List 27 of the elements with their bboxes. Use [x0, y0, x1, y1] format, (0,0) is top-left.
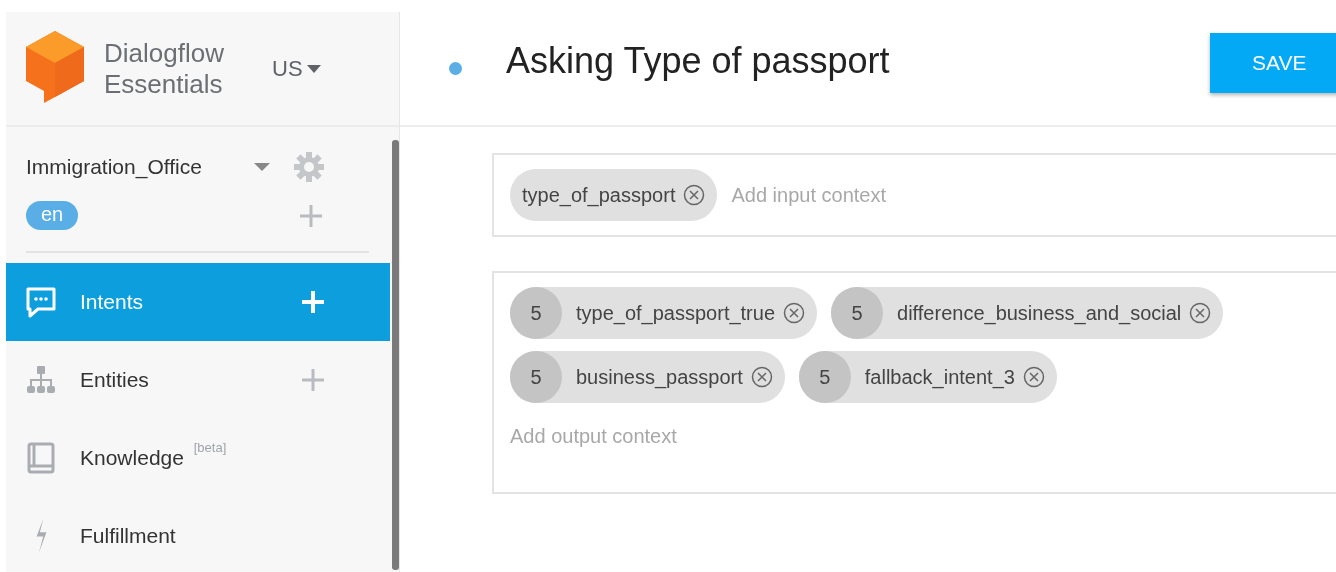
- add-icon[interactable]: [298, 202, 325, 229]
- nav-item[interactable]: Knowledge $^{[beta]}$: [6, 419, 390, 497]
- agent-name: Immigration_Office: [26, 155, 203, 179]
- status-dot: [449, 62, 462, 75]
- remove-icon[interactable]: [783, 302, 806, 324]
- remove-icon[interactable]: [1189, 302, 1212, 324]
- remove-icon[interactable]: [1022, 366, 1045, 388]
- input-context-field[interactable]: type_of_passport Add input context: [492, 153, 1336, 237]
- scrollbar[interactable]: [392, 140, 399, 570]
- lightning-icon: [35, 519, 47, 553]
- context-chip: 5 business_passport: [510, 351, 785, 403]
- context-chip: 5 type_of_passport_true: [510, 287, 818, 339]
- remove-icon[interactable]: [683, 184, 706, 206]
- context-chip: 5 difference_business_and_social: [831, 287, 1224, 339]
- chat-bubble-icon: [24, 285, 58, 319]
- output-context-field[interactable]: 5 type_of_passport_true 5 difference_business_and_social 5 business_passport 5 fallback_intent_3 Add output context: [492, 271, 1336, 494]
- add-icon[interactable]: [300, 367, 326, 393]
- remove-icon[interactable]: [750, 366, 773, 388]
- intent-title: Asking Type of passport: [506, 39, 891, 82]
- region-dropdown[interactable]: US: [272, 55, 321, 82]
- context-chip: 5 fallback_intent_3: [798, 351, 1057, 403]
- nav-item[interactable]: Fulfillment: [6, 497, 390, 572]
- caret-icon: [306, 64, 321, 73]
- caret-icon[interactable]: [254, 163, 270, 171]
- context-chip: type_of_passport: [510, 169, 718, 221]
- brand-name: Dialogflow Essentials: [104, 37, 225, 100]
- nav-item[interactable]: Entities: [6, 341, 390, 419]
